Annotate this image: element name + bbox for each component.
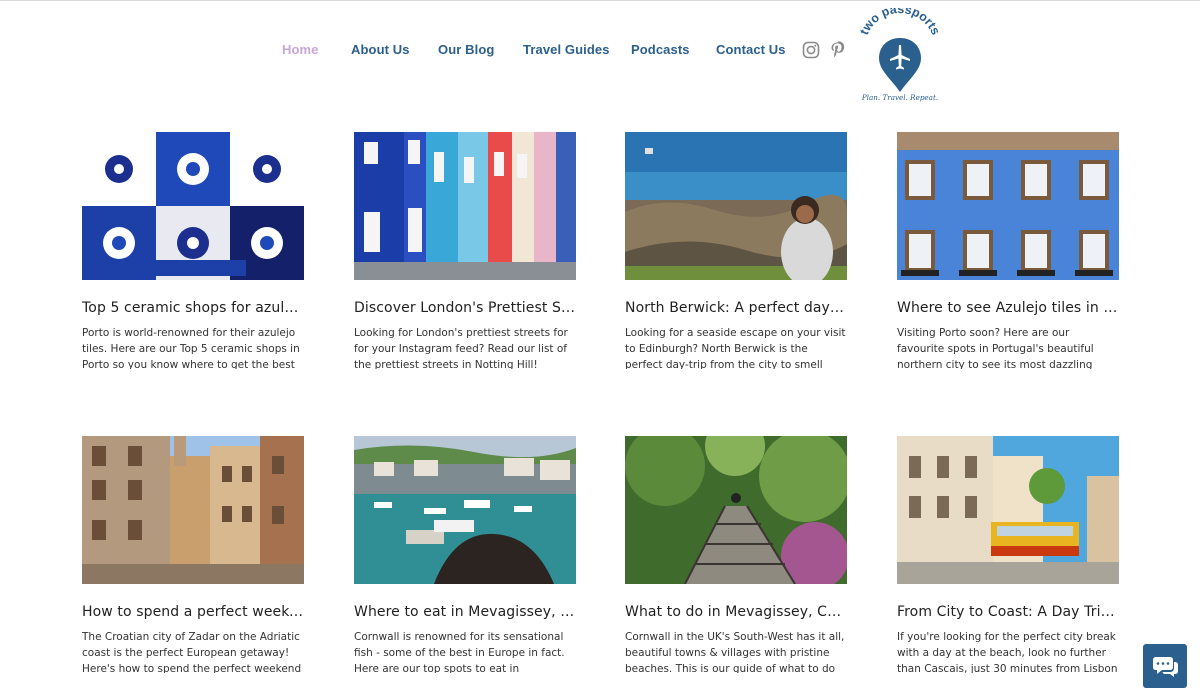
post-image-rope-bridge[interactable] xyxy=(625,436,847,584)
post-image-north-berwick[interactable] xyxy=(625,132,847,280)
nav-travel-guides[interactable]: Travel Guides xyxy=(523,42,610,57)
blog-post-card[interactable]: From City to Coast: A Day Trip From Lisb… xyxy=(897,436,1119,673)
post-excerpt: Cornwall is renowned for its sensational… xyxy=(354,631,565,673)
post-image-lisbon-tram[interactable] xyxy=(897,436,1119,584)
post-title[interactable]: What to do in Mevagissey, Cornwall xyxy=(625,604,847,620)
post-excerpt: Cornwall in the UK's South-West has it a… xyxy=(625,631,845,673)
post-excerpt: Porto is world-renowned for their azulej… xyxy=(82,327,300,369)
pinterest-icon[interactable] xyxy=(828,41,846,59)
post-image-zadar[interactable] xyxy=(82,436,304,584)
post-image-london-houses[interactable] xyxy=(354,132,576,280)
nav-about-us[interactable]: About Us xyxy=(351,42,410,57)
post-title[interactable]: Where to see Azulejo tiles in Porto xyxy=(897,300,1119,316)
post-excerpt: Looking for London's prettiest streets f… xyxy=(354,327,568,369)
post-title[interactable]: How to spend a perfect weekend in Zadar xyxy=(82,604,304,620)
post-image-mevagissey-harbour[interactable] xyxy=(354,436,576,584)
blog-post-card[interactable]: Top 5 ceramic shops for azulejo tiles in… xyxy=(82,132,304,369)
post-title[interactable]: From City to Coast: A Day Trip From Lisb… xyxy=(897,604,1119,620)
nav-podcasts[interactable]: Podcasts xyxy=(631,42,690,57)
post-excerpt: If you're looking for the perfect city b… xyxy=(897,631,1118,673)
instagram-icon[interactable] xyxy=(802,41,820,59)
logo-wordmark: two passports xyxy=(857,8,943,37)
post-excerpt: The Croatian city of Zadar on the Adriat… xyxy=(82,631,302,673)
post-title[interactable]: Top 5 ceramic shops for azulejo tiles in… xyxy=(82,300,304,316)
chat-button[interactable] xyxy=(1143,644,1187,688)
post-title[interactable]: Discover London's Prettiest Streets in N… xyxy=(354,300,576,316)
blog-post-card[interactable]: Where to eat in Mevagissey, Cornwall Cor… xyxy=(354,436,576,673)
post-excerpt: Visiting Porto soon? Here are our favour… xyxy=(897,327,1094,369)
nav-home[interactable]: Home xyxy=(282,42,319,57)
blog-post-card[interactable]: North Berwick: A perfect day trip from E… xyxy=(625,132,847,369)
chat-icon xyxy=(1153,657,1178,677)
post-image-azulejo[interactable] xyxy=(82,132,304,280)
logo-two-passports[interactable]: two passports Plan. Travel. Repeat. xyxy=(855,8,945,104)
blog-post-card[interactable]: Where to see Azulejo tiles in Porto Visi… xyxy=(897,132,1119,369)
top-border xyxy=(0,0,1200,1)
nav-contact-us[interactable]: Contact Us xyxy=(716,42,786,57)
blog-post-card[interactable]: Discover London's Prettiest Streets in N… xyxy=(354,132,576,369)
post-image-blue-tiles[interactable] xyxy=(897,132,1119,280)
post-title[interactable]: North Berwick: A perfect day trip from E… xyxy=(625,300,847,316)
blog-post-card[interactable]: What to do in Mevagissey, Cornwall Cornw… xyxy=(625,436,847,673)
post-title[interactable]: Where to eat in Mevagissey, Cornwall xyxy=(354,604,576,620)
nav-our-blog[interactable]: Our Blog xyxy=(438,42,494,57)
logo-tagline: Plan. Travel. Repeat. xyxy=(861,93,938,102)
post-excerpt: Looking for a seaside escape on your vis… xyxy=(625,327,846,369)
blog-post-card[interactable]: How to spend a perfect weekend in Zadar … xyxy=(82,436,304,673)
